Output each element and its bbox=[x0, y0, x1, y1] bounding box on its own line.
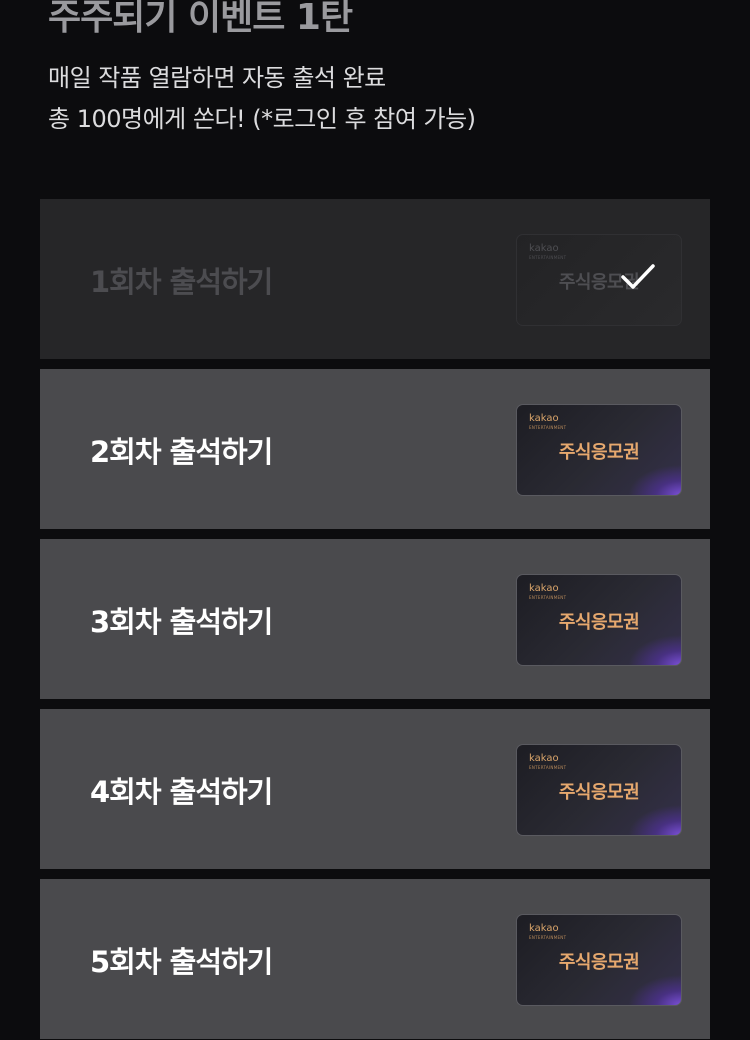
stock-ticket-card: kakao ENTERTAINMENT 주식응모권 bbox=[516, 914, 682, 1006]
attendance-label: 5회차 출석하기 bbox=[90, 945, 273, 979]
event-page: 주주되기 이벤트 1탄 매일 작품 열람하면 자동 출석 완료 총 100명에게… bbox=[0, 0, 750, 1040]
ticket-name: 주식응모권 bbox=[558, 612, 640, 633]
attendance-item-4[interactable]: 4회차 출석하기 kakao ENTERTAINMENT 주식응모권 bbox=[40, 709, 710, 869]
stock-ticket-card: kakao ENTERTAINMENT 주식응모권 bbox=[516, 234, 682, 326]
attendance-label: 2회차 출석하기 bbox=[90, 435, 273, 469]
attendance-item-1[interactable]: 1회차 출석하기 kakao ENTERTAINMENT 주식응모권 bbox=[40, 199, 710, 359]
ticket-name: 주식응모권 bbox=[558, 272, 640, 293]
attendance-item-2[interactable]: 2회차 출석하기 kakao ENTERTAINMENT 주식응모권 bbox=[40, 369, 710, 529]
event-description-line2: 총 100명에게 쏜다! (*로그인 후 참여 가능) bbox=[48, 105, 476, 133]
attendance-item-3[interactable]: 3회차 출석하기 kakao ENTERTAINMENT 주식응모권 bbox=[40, 539, 710, 699]
ticket-brand-logo: kakao bbox=[529, 753, 559, 764]
ticket-name: 주식응모권 bbox=[558, 952, 640, 973]
attendance-item-5[interactable]: 5회차 출석하기 kakao ENTERTAINMENT 주식응모권 bbox=[40, 879, 710, 1039]
stock-ticket-card: kakao ENTERTAINMENT 주식응모권 bbox=[516, 574, 682, 666]
ticket-name: 주식응모권 bbox=[558, 782, 640, 803]
ticket-brand-sub: ENTERTAINMENT bbox=[529, 425, 567, 430]
ticket-brand-logo: kakao bbox=[529, 243, 559, 254]
event-description-line1: 매일 작품 열람하면 자동 출석 완료 bbox=[48, 64, 386, 92]
ticket-brand-logo: kakao bbox=[529, 413, 559, 424]
ticket-brand-sub: ENTERTAINMENT bbox=[529, 255, 567, 260]
ticket-brand-sub: ENTERTAINMENT bbox=[529, 595, 567, 600]
check-icon bbox=[621, 264, 655, 289]
attendance-list: 1회차 출석하기 kakao ENTERTAINMENT 주식응모권 2회차 출… bbox=[40, 199, 710, 1040]
attendance-label: 1회차 출석하기 bbox=[90, 265, 273, 299]
ticket-brand-logo: kakao bbox=[529, 923, 559, 934]
ticket-brand-sub: ENTERTAINMENT bbox=[529, 935, 567, 940]
page-title: 주주되기 이벤트 1탄 bbox=[48, 0, 353, 38]
ticket-brand-sub: ENTERTAINMENT bbox=[529, 765, 567, 770]
attendance-label: 4회차 출석하기 bbox=[90, 775, 273, 809]
attendance-label: 3회차 출석하기 bbox=[90, 605, 273, 639]
stock-ticket-card: kakao ENTERTAINMENT 주식응모권 bbox=[516, 404, 682, 496]
stock-ticket-card: kakao ENTERTAINMENT 주식응모권 bbox=[516, 744, 682, 836]
ticket-brand-logo: kakao bbox=[529, 583, 559, 594]
ticket-name: 주식응모권 bbox=[558, 442, 640, 463]
